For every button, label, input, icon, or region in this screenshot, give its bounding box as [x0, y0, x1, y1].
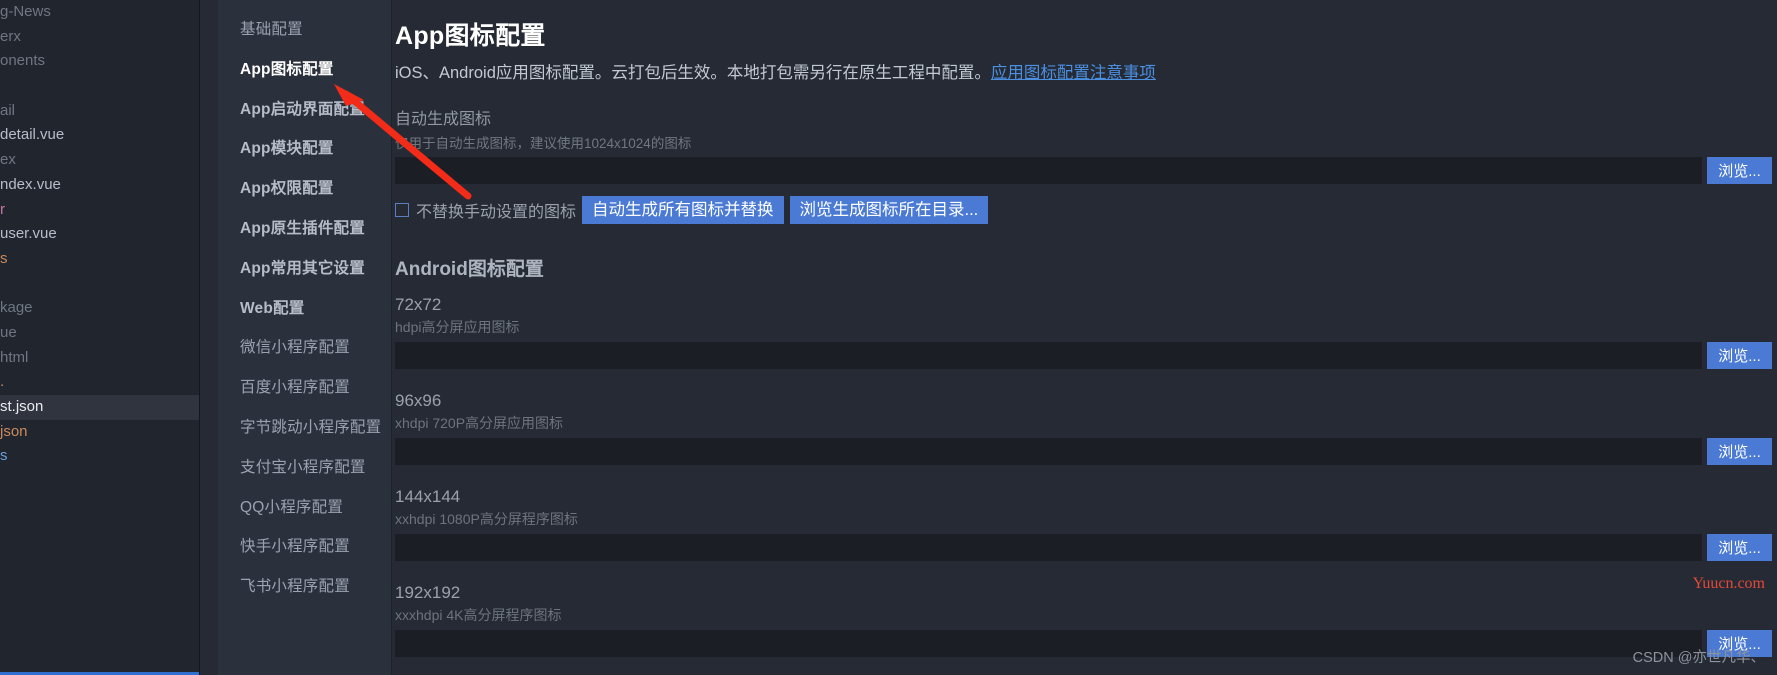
- icon-size-hint: xxxhdpi 4K高分屏程序图标: [395, 607, 562, 623]
- file-tree-item[interactable]: json: [0, 420, 199, 445]
- nav-item-10[interactable]: 字节跳动小程序配置: [218, 408, 391, 448]
- file-tree-item[interactable]: erx: [0, 25, 199, 50]
- panel-divider[interactable]: [200, 0, 218, 675]
- icon-path-row: 浏览...: [395, 342, 1772, 369]
- nav-list[interactable]: 基础配置 App图标配置 App启动界面配置 App模块配置 App权限配置 App原生插…: [218, 10, 391, 607]
- auto-generate-actions: 不替换手动设置的图标 自动生成所有图标并替换 浏览生成图标所在目录...: [395, 196, 1777, 224]
- auto-generate-path-input[interactable]: [395, 157, 1702, 184]
- icon-browse-button[interactable]: 浏览...: [1707, 342, 1772, 369]
- file-tree[interactable]: g-News erx onents ail detail.vue ex ndex.vue r u…: [0, 0, 199, 469]
- manifest-nav-panel[interactable]: 基础配置 App图标配置 App启动界面配置 App模块配置 App权限配置 App原生插…: [218, 0, 392, 675]
- no-replace-manual-checkbox-wrap[interactable]: 不替换手动设置的图标: [395, 198, 576, 222]
- file-tree-item[interactable]: ndex.vue: [0, 173, 199, 198]
- nav-item-11[interactable]: 支付宝小程序配置: [218, 448, 391, 488]
- main-content: App图标配置 iOS、Android应用图标配置。云打包后生效。本地打包需另行…: [392, 0, 1777, 675]
- nav-item-4[interactable]: App权限配置: [218, 169, 391, 209]
- icon-path-input[interactable]: [395, 342, 1702, 369]
- icon-size-hint: hdpi高分屏应用图标: [395, 319, 520, 335]
- icon-size-label: 144x144: [395, 487, 461, 506]
- file-tree-item[interactable]: s: [0, 444, 199, 469]
- file-tree-item[interactable]: .: [0, 370, 199, 395]
- file-tree-item[interactable]: g-News: [0, 0, 199, 25]
- icon-size-hint: xhdpi 720P高分屏应用图标: [395, 415, 564, 431]
- file-tree-item[interactable]: [0, 272, 199, 297]
- icon-path-row: 浏览...: [395, 630, 1772, 657]
- icon-size-group: 96x96 xhdpi 720P高分屏应用图标浏览...: [395, 391, 1777, 465]
- icon-path-input[interactable]: [395, 630, 1702, 657]
- browse-generated-dir-button[interactable]: 浏览生成图标所在目录...: [789, 196, 989, 224]
- file-explorer-panel[interactable]: g-News erx onents ail detail.vue ex ndex.vue r u…: [0, 0, 200, 675]
- file-tree-item[interactable]: [0, 74, 199, 99]
- icon-path-row: 浏览...: [395, 438, 1772, 465]
- nav-item-12[interactable]: QQ小程序配置: [218, 488, 391, 528]
- icon-path-input[interactable]: [395, 534, 1702, 561]
- icon-browse-button[interactable]: 浏览...: [1707, 438, 1772, 465]
- nav-item-7[interactable]: Web配置: [218, 289, 391, 329]
- auto-generate-browse-button[interactable]: 浏览...: [1707, 157, 1772, 184]
- auto-generate-input-row: 浏览...: [395, 157, 1772, 184]
- file-tree-item[interactable]: ex: [0, 148, 199, 173]
- icon-size-label: 72x72: [395, 295, 442, 314]
- checkbox-icon[interactable]: [395, 203, 409, 217]
- icon-browse-button[interactable]: 浏览...: [1707, 534, 1772, 561]
- icon-path-row: 浏览...: [395, 534, 1772, 561]
- android-section-heading: Android图标配置: [395, 259, 544, 280]
- icon-size-hint: xxhdpi 1080P高分屏程序图标: [395, 511, 578, 527]
- file-tree-item[interactable]: detail.vue: [0, 123, 199, 148]
- app-window: g-News erx onents ail detail.vue ex ndex.vue r u…: [0, 0, 1777, 675]
- nav-item-14[interactable]: 飞书小程序配置: [218, 567, 391, 607]
- nav-item-5[interactable]: App原生插件配置: [218, 209, 391, 249]
- file-tree-item[interactable]: user.vue: [0, 222, 199, 247]
- icon-size-group: 144x144 xxhdpi 1080P高分屏程序图标浏览...: [395, 487, 1777, 561]
- file-tree-item[interactable]: ue: [0, 321, 199, 346]
- nav-item-6[interactable]: App常用其它设置: [218, 249, 391, 289]
- file-tree-item[interactable]: st.json: [0, 395, 199, 420]
- icon-size-group: 192x192 xxxhdpi 4K高分屏程序图标浏览...: [395, 583, 1777, 657]
- page-subtitle: iOS、Android应用图标配置。云打包后生效。本地打包需另行在原生工程中配置…: [395, 59, 1777, 83]
- watermark-csdn: CSDN @亦世凡华、: [1632, 650, 1765, 666]
- auto-generate-hint: 仅用于自动生成图标，建议使用1024x1024的图标: [395, 136, 692, 151]
- file-tree-item[interactable]: kage: [0, 296, 199, 321]
- nav-item-2[interactable]: App启动界面配置: [218, 90, 391, 130]
- page-subtitle-text: iOS、Android应用图标配置。云打包后生效。本地打包需另行在原生工程中配置…: [395, 64, 991, 82]
- nav-item-3[interactable]: App模块配置: [218, 129, 391, 169]
- icon-path-input[interactable]: [395, 438, 1702, 465]
- nav-item-1[interactable]: App图标配置: [218, 50, 391, 90]
- file-tree-item[interactable]: ail: [0, 99, 199, 124]
- icon-size-group: 72x72 hdpi高分屏应用图标浏览...: [395, 295, 1777, 369]
- nav-item-8[interactable]: 微信小程序配置: [218, 328, 391, 368]
- nav-item-9[interactable]: 百度小程序配置: [218, 368, 391, 408]
- file-tree-item[interactable]: html: [0, 346, 199, 371]
- icon-size-label: 192x192: [395, 583, 461, 602]
- auto-generate-section: 自动生成图标 仅用于自动生成图标，建议使用1024x1024的图标 浏览... …: [395, 105, 1777, 224]
- generate-all-icons-button[interactable]: 自动生成所有图标并替换: [582, 196, 784, 224]
- watermark-yuucn: Yuucn.com: [1692, 575, 1765, 592]
- icon-size-label: 96x96: [395, 391, 442, 410]
- no-replace-manual-label: 不替换手动设置的图标: [416, 204, 577, 221]
- auto-generate-label: 自动生成图标: [395, 111, 492, 128]
- nav-item-13[interactable]: 快手小程序配置: [218, 527, 391, 567]
- file-tree-item[interactable]: s: [0, 247, 199, 272]
- nav-item-0[interactable]: 基础配置: [218, 10, 391, 50]
- file-tree-item[interactable]: onents: [0, 49, 199, 74]
- android-icon-groups: 72x72 hdpi高分屏应用图标浏览... 96x96 xhdpi 720P高分屏应…: [395, 295, 1777, 657]
- file-tree-item[interactable]: r: [0, 198, 199, 223]
- page-title: App图标配置: [395, 22, 546, 50]
- icon-config-notes-link[interactable]: 应用图标配置注意事项: [991, 64, 1156, 82]
